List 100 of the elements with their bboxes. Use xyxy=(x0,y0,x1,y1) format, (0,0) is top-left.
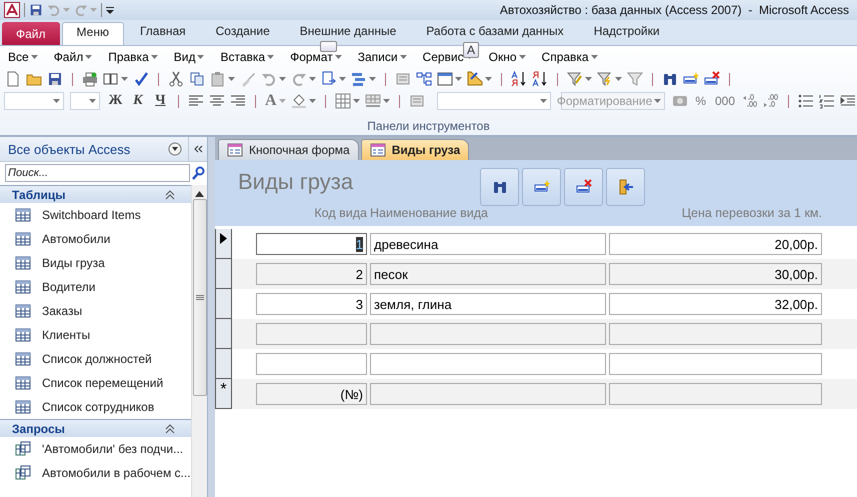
dropdown-icon[interactable] xyxy=(168,142,182,156)
copy-button[interactable] xyxy=(188,70,206,88)
menu-item[interactable]: Справка xyxy=(540,50,600,64)
nav-item[interactable]: Автомобили в рабочем с... xyxy=(0,461,191,485)
format-button[interactable]: Ч xyxy=(150,92,170,110)
sort-ascending-button[interactable] xyxy=(510,70,528,88)
clipboard-button[interactable] xyxy=(209,70,236,88)
decimal-increase-button[interactable] xyxy=(741,92,760,110)
record-selector[interactable] xyxy=(215,319,232,349)
menu-item[interactable]: Файл xyxy=(52,50,94,64)
field[interactable]: 30,00р. xyxy=(609,263,822,285)
ribbon-tab[interactable]: Внешние данные xyxy=(286,22,410,39)
field[interactable]: 20,00р. xyxy=(609,233,822,255)
group-header[interactable]: Таблицы xyxy=(0,185,191,203)
font-color-button[interactable]: A xyxy=(264,91,287,111)
delete-record-icon xyxy=(576,179,592,195)
document-tab[interactable]: Кнопочная форма xyxy=(218,139,359,160)
exit-button[interactable] xyxy=(606,168,645,206)
add-record-button[interactable] xyxy=(522,168,561,206)
field[interactable]: древесина xyxy=(370,233,606,255)
menu-item[interactable]: Правка xyxy=(106,50,160,64)
ribbon-tab[interactable]: Создание xyxy=(202,22,284,39)
number-format-button[interactable]: 000 xyxy=(712,94,738,108)
field[interactable]: песок xyxy=(370,263,606,285)
funnel-button[interactable] xyxy=(626,70,644,88)
format-button[interactable]: Ж xyxy=(106,92,126,110)
nav-item[interactable]: Клиенты xyxy=(0,323,191,347)
field[interactable] xyxy=(370,323,606,345)
record-selector[interactable] xyxy=(215,229,232,259)
scrollbar[interactable] xyxy=(191,185,207,497)
field[interactable]: 3 xyxy=(256,293,367,315)
file-tab[interactable]: Файл xyxy=(2,22,60,46)
search-field[interactable]: Поиск... xyxy=(5,164,190,182)
nav-item[interactable]: Виды груза xyxy=(0,251,191,275)
group-header[interactable]: Запросы xyxy=(0,419,191,437)
nav-item[interactable]: Список сотрудников xyxy=(0,395,191,419)
menu-item[interactable]: Формат xyxy=(288,50,344,64)
ribbon-tab[interactable]: Главная xyxy=(126,22,200,39)
nav-item[interactable]: Список должностей xyxy=(0,347,191,371)
decimal-decrease-button[interactable] xyxy=(762,92,780,110)
nav-item[interactable]: Автомобили xyxy=(0,227,191,251)
ribbon-tab[interactable]: Надстройки xyxy=(580,22,674,39)
menu-item[interactable]: Все xyxy=(6,50,40,64)
size-combo[interactable] xyxy=(70,92,100,110)
field[interactable]: 32,00р. xyxy=(609,293,822,315)
funnel-pencil-button[interactable] xyxy=(566,70,593,88)
window-button[interactable] xyxy=(436,70,463,88)
ruler-button[interactable] xyxy=(466,70,493,88)
field[interactable]: 2 xyxy=(256,263,367,285)
paint-bucket-button[interactable] xyxy=(290,92,317,110)
record-selector[interactable]: * xyxy=(215,379,232,409)
save-button[interactable] xyxy=(29,3,43,17)
app-icon[interactable] xyxy=(4,2,20,18)
sort-descending-button[interactable] xyxy=(531,70,549,88)
menu-item[interactable]: Окно xyxy=(486,50,528,64)
nav-item[interactable]: Список перемещений xyxy=(0,371,191,395)
scroll-up-icon[interactable] xyxy=(195,191,204,197)
field[interactable]: земля, глина xyxy=(370,293,606,315)
field[interactable] xyxy=(609,383,822,405)
ribbon-tab[interactable]: Работа с базами данных xyxy=(412,22,578,39)
stacked-bars-button[interactable] xyxy=(350,70,377,88)
scissors-button[interactable] xyxy=(167,70,185,88)
field[interactable] xyxy=(609,353,822,375)
menu-item[interactable]: Вставка xyxy=(218,50,276,64)
window-icon xyxy=(437,71,453,87)
nav-item[interactable]: 'Автомобили' без подчи... xyxy=(0,437,191,461)
format-button[interactable]: К xyxy=(128,92,148,110)
record-selector[interactable] xyxy=(215,259,232,289)
field[interactable] xyxy=(370,383,606,405)
grid-lines-button[interactable] xyxy=(364,92,391,110)
funnel-lightning-button[interactable] xyxy=(596,70,623,88)
delete-record-button[interactable] xyxy=(564,168,603,206)
field[interactable] xyxy=(609,323,822,345)
floppy-button[interactable] xyxy=(46,70,64,88)
nav-item[interactable]: Заказы xyxy=(0,299,191,323)
menu-item[interactable]: Записи xyxy=(356,50,409,64)
ribbon-tab[interactable]: Меню xyxy=(62,22,124,45)
field[interactable]: 1 xyxy=(256,233,367,255)
nav-item[interactable]: Switchboard Items xyxy=(0,203,191,227)
menu-item[interactable]: Вид xyxy=(172,50,206,64)
properties-icon xyxy=(408,93,425,109)
diagram-button[interactable] xyxy=(415,70,433,88)
field[interactable] xyxy=(256,323,367,345)
collapse-pane-icon[interactable] xyxy=(194,145,202,153)
search-icon[interactable] xyxy=(192,166,205,180)
record-selector[interactable] xyxy=(215,349,232,379)
find-button[interactable] xyxy=(480,168,519,206)
field[interactable] xyxy=(370,353,606,375)
field[interactable] xyxy=(256,353,367,375)
field[interactable]: (№) xyxy=(256,383,367,405)
printer-button[interactable] xyxy=(81,70,99,88)
bullet-list-button[interactable] xyxy=(796,92,815,110)
customize-button[interactable] xyxy=(106,6,114,14)
nav-item[interactable]: Водители xyxy=(0,275,191,299)
numbered-list-button[interactable] xyxy=(818,92,836,110)
record-selector[interactable] xyxy=(215,289,232,319)
checkmark-button[interactable] xyxy=(132,70,150,88)
number-format-button[interactable]: % xyxy=(692,94,709,108)
grid-button[interactable] xyxy=(334,92,361,110)
document-tab[interactable]: Виды груза xyxy=(360,139,470,160)
